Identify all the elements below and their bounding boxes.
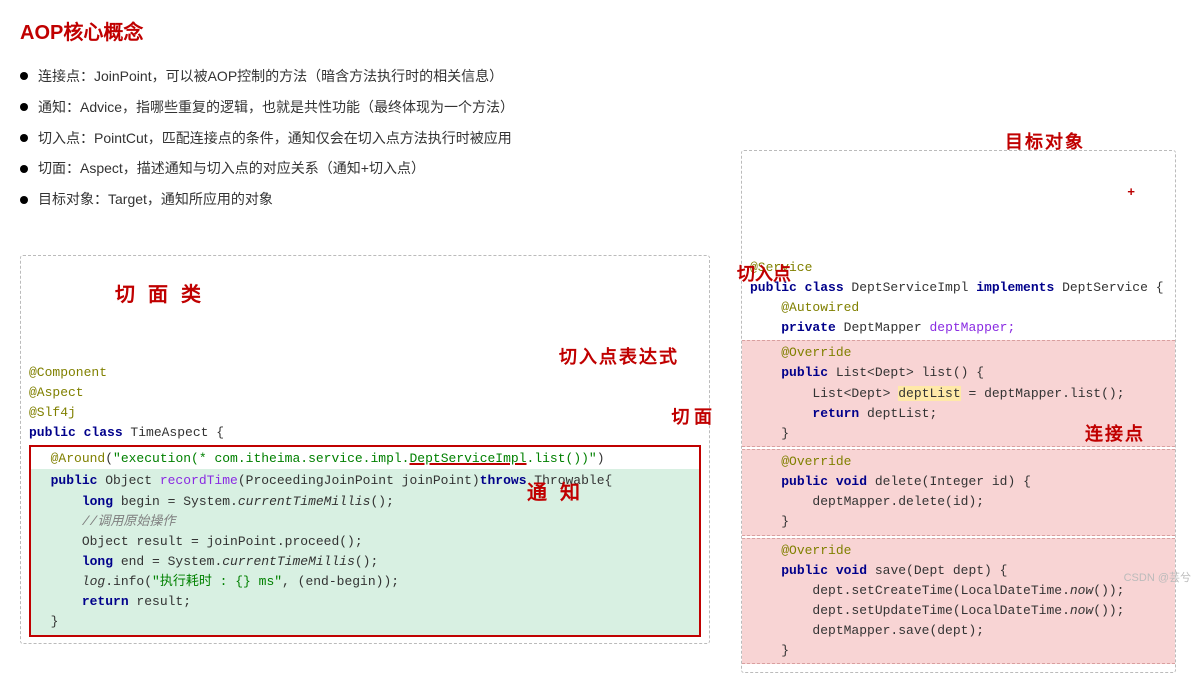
code-token: dept.setCreateTime(LocalDateTime. <box>812 583 1069 598</box>
code-token: void <box>836 563 875 578</box>
code-token: long <box>82 494 121 509</box>
code-token: @Aspect <box>29 385 84 400</box>
code-token: dept.setUpdateTime(LocalDateTime. <box>812 603 1069 618</box>
annotation-joinpoint: 连接点 <box>1085 421 1145 449</box>
code-token: "execution(* com.itheima.service.impl. <box>113 451 409 466</box>
code-token: private <box>781 320 843 335</box>
code-token: deptList <box>898 386 960 401</box>
code-token: public <box>51 473 106 488</box>
bullet-icon <box>20 196 28 204</box>
watermark: CSDN @芸兮 <box>1124 569 1191 585</box>
code-token: deptMapper.save(dept); <box>812 623 984 638</box>
code-token: class <box>84 425 131 440</box>
bullet-icon <box>20 103 28 111</box>
code-token: currentTimeMillis <box>238 494 371 509</box>
code-token: DeptService { <box>1062 280 1163 295</box>
code-token: now <box>1070 603 1093 618</box>
code-token: recordTime <box>160 473 238 488</box>
bullet-text: 目标对象：Target，通知所应用的对象 <box>38 184 273 215</box>
code-token: "执行耗时 : {} ms" <box>152 574 282 589</box>
bullet-icon <box>20 165 28 173</box>
code-token: } <box>781 426 789 441</box>
code-token: .info( <box>105 574 152 589</box>
code-token: @Slf4j <box>29 405 76 420</box>
code-token: end = System. <box>121 554 222 569</box>
bullet-text: 连接点：JoinPoint，可以被AOP控制的方法（暗含方法执行时的相关信息） <box>38 61 503 92</box>
code-token: List<Dept> list() { <box>836 365 984 380</box>
code-token: @Override <box>781 345 851 360</box>
code-token: void <box>836 474 875 489</box>
code-token: public <box>781 365 836 380</box>
code-token: (); <box>355 554 378 569</box>
code-token: @Component <box>29 365 107 380</box>
code-token: log <box>82 574 105 589</box>
right-column: 目标对象 切入点 连接点 + @Service public class Dep… <box>741 150 1176 673</box>
target-code-block: 目标对象 切入点 连接点 + @Service public class Dep… <box>741 150 1176 673</box>
code-token: (ProceedingJoinPoint joinPoint) <box>238 473 480 488</box>
bullet-icon <box>20 134 28 142</box>
advice-highlight-box: public Object recordTime(ProceedingJoinP… <box>31 469 699 634</box>
list-item: 连接点：JoinPoint，可以被AOP控制的方法（暗含方法执行时的相关信息） <box>20 61 1201 92</box>
annotation-advice: 通 知 <box>527 478 584 509</box>
code-token: DeptMapper <box>844 320 930 335</box>
code-token: currentTimeMillis <box>222 554 355 569</box>
code-token: ) <box>597 451 605 466</box>
code-token: List<Dept> <box>812 386 898 401</box>
plus-icon: + <box>1127 183 1135 203</box>
code-token: public <box>781 563 836 578</box>
annotation-pointcut-expr: 切入点表达式 <box>559 344 679 372</box>
code-token: ()); <box>1093 583 1124 598</box>
code-token: @Around <box>51 451 106 466</box>
code-token: .list())" <box>527 451 597 466</box>
code-token: Object <box>105 473 160 488</box>
bullet-icon <box>20 72 28 80</box>
code-token: DeptServiceImpl <box>851 280 976 295</box>
code-token: delete(Integer id) { <box>875 474 1031 489</box>
code-token: deptMapper; <box>929 320 1015 335</box>
code-token: public <box>29 425 84 440</box>
bullet-text: 切面：Aspect，描述通知与切入点的对应关系（通知+切入点） <box>38 153 425 184</box>
code-token: save(Dept dept) { <box>875 563 1008 578</box>
code-token: (); <box>370 494 393 509</box>
code-comment: //调用原始操作 <box>82 514 176 529</box>
code-token: return <box>82 594 137 609</box>
code-token: @Override <box>781 454 851 469</box>
code-token: ( <box>105 451 113 466</box>
code-token: @Autowired <box>781 300 859 315</box>
code-token: } <box>781 643 789 658</box>
code-token: begin = System. <box>121 494 238 509</box>
code-token: now <box>1070 583 1093 598</box>
annotation-aspect-class: 切 面 类 <box>115 280 205 311</box>
code-token: result; <box>136 594 191 609</box>
code-token: class <box>805 280 852 295</box>
page-title: AOP核心概念 <box>0 0 1201 53</box>
left-column: 切 面 类 切入点表达式 通 知 切 面 @Component @Aspect … <box>0 255 730 644</box>
annotation-target: 目标对象 <box>1005 129 1085 157</box>
annotation-aspect: 切 面 <box>672 404 713 432</box>
code-token: DeptServiceImpl <box>409 451 526 466</box>
code-token: TimeAspect { <box>130 425 224 440</box>
code-token: ()); <box>1093 603 1124 618</box>
code-token: implements <box>976 280 1062 295</box>
save-method-box: @Override public void save(Dept dept) { … <box>742 538 1175 665</box>
code-token: long <box>82 554 121 569</box>
code-token: @Override <box>781 543 851 558</box>
delete-method-box: @Override public void delete(Integer id)… <box>742 449 1175 536</box>
bullet-text: 通知：Advice，指哪些重复的逻辑，也就是共性功能（最终体现为一个方法） <box>38 92 514 123</box>
code-token: Object result = joinPoint.proceed(); <box>82 534 363 549</box>
list-item: 通知：Advice，指哪些重复的逻辑，也就是共性功能（最终体现为一个方法） <box>20 92 1201 123</box>
code-token: deptList; <box>867 406 937 421</box>
code-token: return <box>812 406 867 421</box>
aspect-code-block: 切 面 类 切入点表达式 通 知 切 面 @Component @Aspect … <box>20 255 710 644</box>
annotation-pointcut: 切入点 <box>737 261 791 289</box>
code-token: public <box>781 474 836 489</box>
code-token: } <box>51 614 59 629</box>
code-token: , (end-begin)); <box>282 574 399 589</box>
code-token: = deptMapper.list(); <box>961 386 1125 401</box>
aspect-highlight-box: @Around("execution(* com.itheima.service… <box>29 445 701 636</box>
bullet-text: 切入点：PointCut，匹配连接点的条件，通知仅会在切入点方法执行时被应用 <box>38 123 512 154</box>
code-token: deptMapper.delete(id); <box>812 494 984 509</box>
code-token: } <box>781 514 789 529</box>
